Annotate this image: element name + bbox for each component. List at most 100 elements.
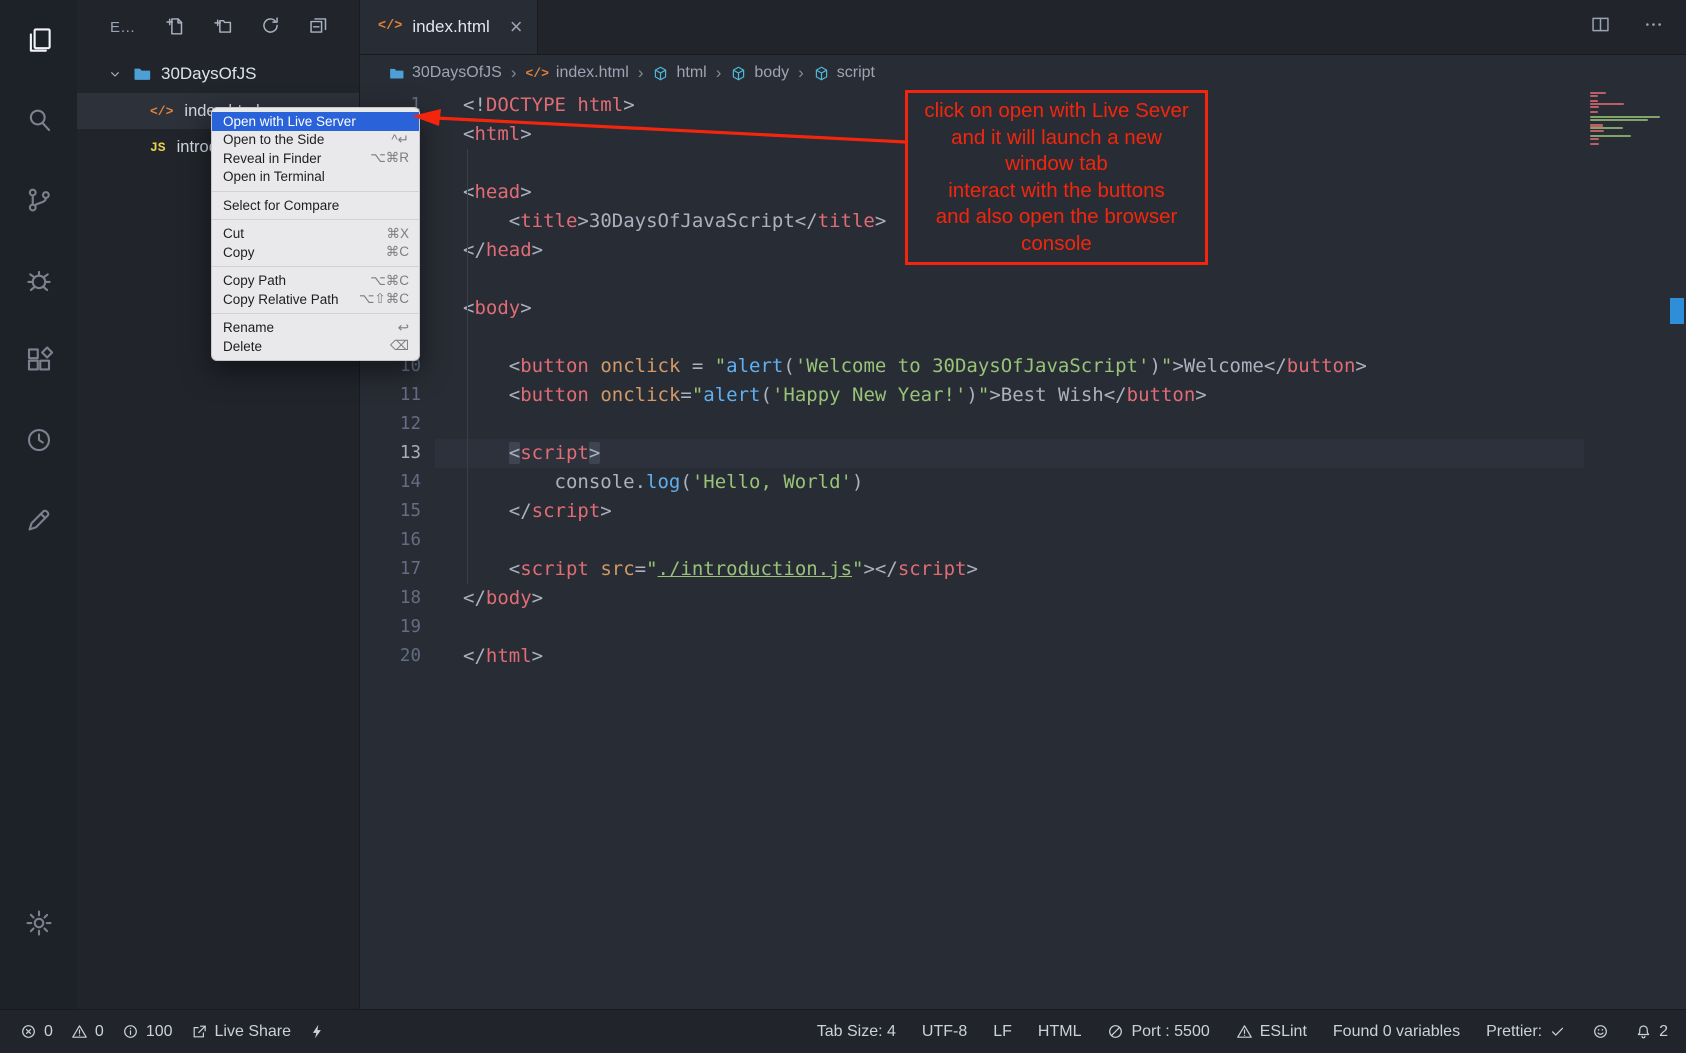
activity-bar-item-timeline[interactable] [0, 400, 77, 480]
split-editor-icon [1590, 14, 1611, 35]
code-line-12: 12 [360, 410, 1686, 439]
annotation-text-line: click on open with Live Sever [910, 98, 1203, 125]
code-line-text[interactable] [435, 613, 1584, 642]
menu-item-rename[interactable]: Rename ↩ [212, 319, 419, 338]
activity-bar-item-source-control[interactable] [0, 160, 77, 240]
code-line-text[interactable]: <script src="./introduction.js"></script… [435, 555, 1584, 584]
error-icon [20, 1023, 37, 1040]
minimap-line [1590, 127, 1623, 129]
status-tab-size[interactable]: Tab Size: 4 [817, 1023, 896, 1041]
code-line-text[interactable] [435, 410, 1584, 439]
new-folder-button[interactable] [212, 15, 233, 41]
code-line-text[interactable]: <body> [435, 294, 1584, 323]
search-icon [24, 105, 54, 135]
info-icon [122, 1023, 139, 1040]
menu-item-open-in-terminal[interactable]: Open in Terminal [212, 168, 419, 187]
code-line-text[interactable]: <script> [435, 439, 1584, 468]
code-line-text[interactable]: </html> [435, 642, 1584, 671]
menu-separator [212, 191, 419, 192]
status-live-server-port[interactable]: Port : 5500 [1107, 1023, 1209, 1041]
menu-shortcut: ^↵ [391, 132, 409, 148]
status-warnings[interactable]: 0 [71, 1023, 104, 1041]
menu-item-reveal-in-finder[interactable]: Reveal in Finder ⌥⌘R [212, 149, 419, 168]
menu-item-copy-path[interactable]: Copy Path ⌥⌘C [212, 272, 419, 291]
refresh-explorer-button[interactable] [260, 15, 281, 41]
line-number: 16 [360, 526, 435, 555]
code-line-16: 16 [360, 526, 1686, 555]
warning-icon [71, 1023, 88, 1040]
menu-shortcut: ⌘X [386, 226, 409, 242]
menu-shortcut: ⌥⌘C [370, 273, 409, 289]
breadcrumb-item-script[interactable]: script [813, 64, 875, 82]
menu-item-cut[interactable]: Cut ⌘X [212, 225, 419, 244]
code-line-text[interactable]: <button onclick = "alert('Welcome to 30D… [435, 352, 1584, 381]
status-language-mode[interactable]: HTML [1038, 1023, 1082, 1041]
breadcrumb-separator: › [796, 63, 806, 83]
breadcrumb-item-body[interactable]: body [730, 64, 789, 82]
activity-bar-item-settings[interactable] [0, 883, 77, 963]
status-encoding[interactable]: UTF-8 [922, 1023, 967, 1041]
tab-label: index.html [412, 17, 489, 37]
menu-item-select-for-compare[interactable]: Select for Compare [212, 196, 419, 215]
code-line-text[interactable]: <button onclick="alert('Happy New Year!'… [435, 381, 1584, 410]
activity-bar-item-feedback[interactable] [0, 480, 77, 560]
menu-item-open-with-live-server[interactable]: Open with Live Server [212, 112, 419, 131]
menu-item-delete[interactable]: Delete ⌫ [212, 337, 419, 356]
status-eslint[interactable]: ESLint [1236, 1023, 1307, 1041]
code-line-text[interactable]: console.log('Hello, World') [435, 468, 1584, 497]
activity-bar [0, 0, 77, 1009]
activity-bar-item-search[interactable] [0, 80, 77, 160]
status-bolt[interactable] [309, 1023, 326, 1040]
code-line-17: 17 <script src="./introduction.js"></scr… [360, 555, 1686, 584]
code-line-text[interactable]: </script> [435, 497, 1584, 526]
clock-icon [24, 425, 54, 455]
status-notifications[interactable]: 2 [1635, 1023, 1668, 1041]
close-icon[interactable]: × [510, 16, 523, 38]
minimap-line [1590, 138, 1599, 140]
tree-root-folder[interactable]: 30DaysOfJS [77, 55, 359, 93]
symbol-cube-icon [652, 65, 669, 82]
code-line-text[interactable]: </body> [435, 584, 1584, 613]
sidebar-header: E… [77, 0, 359, 55]
debug-icon [24, 265, 54, 295]
tab-index-html[interactable]: </> index.html × [360, 0, 538, 54]
menu-separator [212, 313, 419, 314]
activity-bar-item-run-debug[interactable] [0, 240, 77, 320]
new-file-button[interactable] [164, 15, 185, 41]
menu-item-copy-relative-path[interactable]: Copy Relative Path ⌥⇧⌘C [212, 290, 419, 309]
line-number: 19 [360, 613, 435, 642]
breadcrumb-item-30daysofjs[interactable]: 30DaysOfJS [388, 64, 502, 82]
status-prettier[interactable]: Prettier: [1486, 1023, 1566, 1041]
split-editor-button[interactable] [1590, 14, 1611, 40]
status-feedback-smiley[interactable] [1592, 1023, 1609, 1040]
breadcrumb-item-html[interactable]: html [652, 64, 706, 82]
minimap-line [1590, 100, 1598, 102]
scrollbar[interactable] [1668, 55, 1686, 1009]
code-line-20: 20 </html> [360, 642, 1686, 671]
code-line-text[interactable] [435, 526, 1584, 555]
html-file-icon: </> [378, 20, 402, 34]
port-icon [1107, 1023, 1124, 1040]
collapse-folders-button[interactable] [308, 15, 329, 41]
activity-bar-item-extensions[interactable] [0, 320, 77, 400]
status-info[interactable]: 100 [122, 1023, 173, 1041]
status-variables[interactable]: Found 0 variables [1333, 1023, 1460, 1041]
breadcrumb-item-index-html[interactable]: </>index.html [525, 64, 628, 82]
code-line-15: 15 </script> [360, 497, 1686, 526]
status-live-share[interactable]: Live Share [191, 1023, 292, 1041]
code-line-19: 19 [360, 613, 1686, 642]
menu-item-copy[interactable]: Copy ⌘C [212, 243, 419, 262]
menu-item-open-to-the-side[interactable]: Open to the Side ^↵ [212, 131, 419, 150]
code-line-text[interactable] [435, 265, 1584, 294]
code-line-text[interactable] [435, 323, 1584, 352]
menu-shortcut: ↩ [398, 320, 409, 336]
more-actions-button[interactable] [1643, 14, 1664, 40]
code-line-11: 11 <button onclick="alert('Happy New Yea… [360, 381, 1686, 410]
annotation-box: click on open with Live Severand it will… [905, 90, 1208, 265]
status-errors[interactable]: 0 [20, 1023, 53, 1041]
activity-bar-item-explorer[interactable] [0, 0, 77, 80]
minimap[interactable] [1584, 88, 1668, 1009]
minimap-line [1590, 92, 1606, 94]
status-eol[interactable]: LF [993, 1023, 1012, 1041]
html-file-icon: </> [525, 67, 548, 80]
